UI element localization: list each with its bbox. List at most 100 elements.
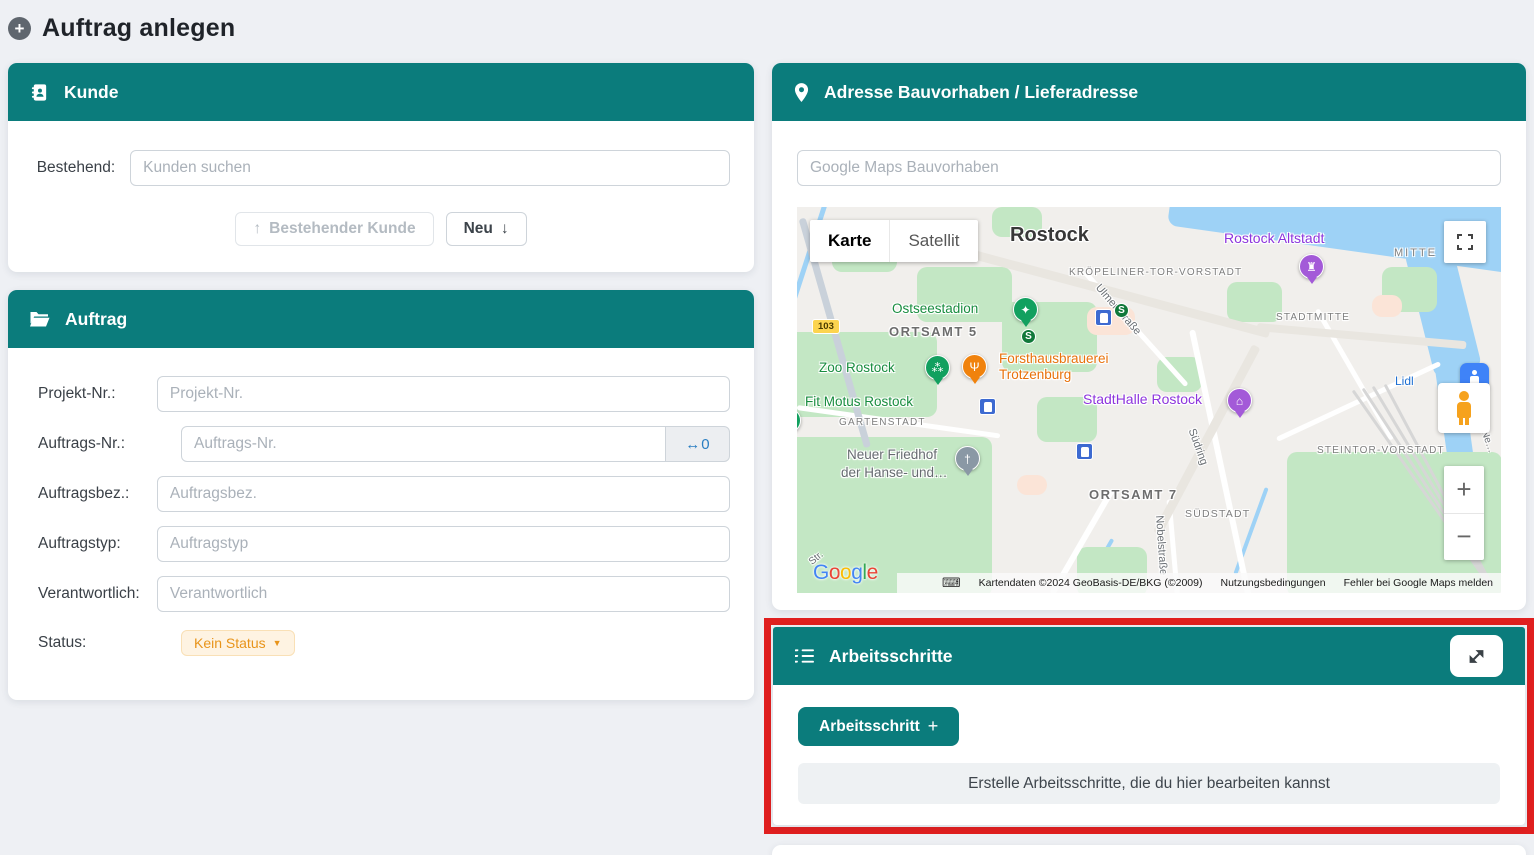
bestehender-kunde-button[interactable]: ↑ Bestehender Kunde [235, 212, 433, 246]
keyboard-icon[interactable]: ⌨ [942, 575, 961, 591]
map-label: Rostock [1010, 224, 1089, 247]
map-canvas[interactable]: † ⌂ Ψ ⁂ ✦ ♜ S S Rostock Rostock Altstadt MITTE KRÖP… [797, 207, 1501, 593]
projekt-nr-label: Projekt-Nr.: [38, 385, 157, 403]
location-pin-icon [794, 83, 809, 102]
plus-circle-icon: + [8, 17, 31, 40]
status-value: Kein Status [194, 635, 266, 651]
auftrag-panel-title: Auftrag [65, 309, 127, 330]
zoom-in-button[interactable]: + [1444, 466, 1484, 514]
sbahn-icon: S [1021, 329, 1036, 344]
auftragsbez-label: Auftragsbez.: [38, 485, 157, 503]
map-area-commercial [1017, 475, 1047, 495]
map-label: Forsthausbrauerei [999, 351, 1109, 366]
report-error-link[interactable]: Fehler bei Google Maps melden [1344, 577, 1493, 589]
zoom-out-button[interactable]: − [1444, 514, 1484, 561]
map-attribution-bar: ⌨ Kartendaten ©2024 GeoBasis-DE/BKG (©20… [897, 573, 1501, 593]
expand-icon [1468, 648, 1485, 665]
map-label: STEINTOR-VORSTADT [1317, 445, 1445, 456]
auftrags-nr-input[interactable] [181, 426, 666, 462]
folder-open-icon [30, 311, 50, 327]
train-icon [1095, 309, 1112, 326]
map-label: Trotzenburg [999, 367, 1071, 382]
status-label: Status: [38, 634, 181, 652]
bestehend-label: Bestehend: [30, 159, 130, 177]
verantwortlich-label: Verantwortlich: [38, 585, 157, 603]
adresse-panel-header: Adresse Bauvorhaben / Lieferadresse [772, 63, 1526, 121]
arbeitsschritte-empty-message: Erstelle Arbeitsschritte, die du hier be… [798, 763, 1500, 804]
map-label: StadtHalle Rostock [1083, 391, 1202, 407]
up-arrow-icon: ↑ [253, 220, 261, 238]
map-type-control: Karte Satellit [810, 220, 978, 262]
arbeitsschritt-add-label: Arbeitsschritt [819, 718, 920, 736]
map-label: der Hanse- und… [841, 465, 948, 480]
auftrags-nr-counter-button[interactable]: ↔0 [666, 426, 730, 462]
highlight-annotation: Arbeitsschritte Arbeitsschritt + Erstell… [764, 618, 1534, 834]
sbahn-icon: S [1114, 303, 1129, 318]
address-book-icon [30, 83, 49, 102]
zoo-paw-marker: ⁂ [925, 355, 950, 380]
page-title-bar: + Auftrag anlegen [8, 14, 235, 43]
kunde-panel: Kunde Bestehend: ↑ Bestehender Kunde Neu… [8, 63, 754, 272]
cemetery-marker: † [955, 446, 980, 471]
arbeitsschritt-add-button[interactable]: Arbeitsschritt + [798, 707, 959, 746]
arbeitsschritte-panel-title: Arbeitsschritte [829, 646, 953, 667]
google-logo: Google [813, 561, 878, 585]
status-dropdown[interactable]: Kein Status ▼ [181, 630, 295, 656]
map-label: Fit Motus Rostock [805, 394, 913, 409]
bestehender-kunde-label: Bestehender Kunde [269, 220, 415, 238]
fullscreen-icon [1457, 234, 1473, 250]
auftragsbez-input[interactable] [157, 476, 730, 512]
train-icon [1076, 443, 1093, 460]
stadium-marker: ✦ [1013, 297, 1038, 322]
map-zoom-control: + − [1444, 466, 1484, 560]
counter-value: 0 [701, 436, 709, 453]
kunden-suchen-input[interactable] [130, 150, 730, 186]
adresse-panel-title: Adresse Bauvorhaben / Lieferadresse [824, 82, 1138, 103]
terms-link[interactable]: Nutzungsbedingungen [1220, 577, 1325, 589]
venue-marker: ⌂ [1227, 388, 1252, 413]
fullscreen-button[interactable] [1444, 221, 1486, 263]
map-label: Rostock Altstadt [1224, 230, 1324, 246]
auftrags-nr-label: Auftrags-Nr.: [38, 435, 181, 453]
kunde-panel-title: Kunde [64, 82, 118, 103]
arbeitsschritte-panel: Arbeitsschritte Arbeitsschritt + Erstell… [773, 627, 1525, 825]
neu-label: Neu [464, 220, 493, 238]
auftragstyp-input[interactable] [157, 526, 730, 562]
expand-button[interactable] [1450, 635, 1503, 677]
resize-horizontal-icon: ↔ [685, 436, 700, 453]
plus-icon: + [928, 716, 939, 737]
neu-button[interactable]: Neu ↓ [446, 212, 527, 246]
map-label: SÜDSTADT [1185, 508, 1250, 520]
page-title: Auftrag anlegen [42, 14, 235, 43]
chevron-down-icon: ▼ [273, 638, 282, 648]
projekt-nr-input[interactable] [157, 376, 730, 412]
pegman-icon [1454, 391, 1474, 425]
map-data-attribution: Kartendaten ©2024 GeoBasis-DE/BKG (©2009… [979, 577, 1203, 589]
kunde-panel-header: Kunde [8, 63, 754, 121]
task-list-icon [795, 648, 814, 664]
map-label: GARTENSTADT [839, 417, 926, 428]
restaurant-marker: Ψ [962, 354, 987, 379]
arbeitsschritte-panel-header: Arbeitsschritte [773, 627, 1525, 685]
map-area-commercial [1372, 295, 1402, 317]
auftrag-panel-header: Auftrag [8, 290, 754, 348]
map-label: Ostseestadion [892, 301, 978, 316]
castle-marker: ♜ [1299, 254, 1324, 279]
adresse-panel: Adresse Bauvorhaben / Lieferadresse † ⌂ Ψ ⁂… [772, 63, 1526, 610]
verantwortlich-input[interactable] [157, 576, 730, 612]
map-label: Lidl [1395, 374, 1414, 388]
map-label: Neuer Friedhof [847, 447, 937, 462]
map-area-park [1227, 282, 1282, 322]
down-arrow-icon: ↓ [501, 220, 509, 238]
google-maps-input[interactable] [797, 150, 1501, 186]
map-label: MITTE [1394, 247, 1437, 259]
map-button-karte[interactable]: Karte [810, 220, 889, 262]
map-button-satellit[interactable]: Satellit [889, 220, 977, 262]
map-label: KRÖPELINER-TOR-VORSTADT [1069, 267, 1242, 278]
auftrag-panel: Auftrag Projekt-Nr.: Auftrags-Nr.: ↔0 Au… [8, 290, 754, 700]
pegman-control[interactable] [1438, 383, 1490, 433]
map-label: ORTSAMT 5 [889, 324, 978, 339]
map-label: ORTSAMT 7 [1089, 487, 1178, 502]
auftragstyp-label: Auftragstyp: [38, 535, 157, 553]
map-label: STADTMITTE [1276, 312, 1350, 323]
